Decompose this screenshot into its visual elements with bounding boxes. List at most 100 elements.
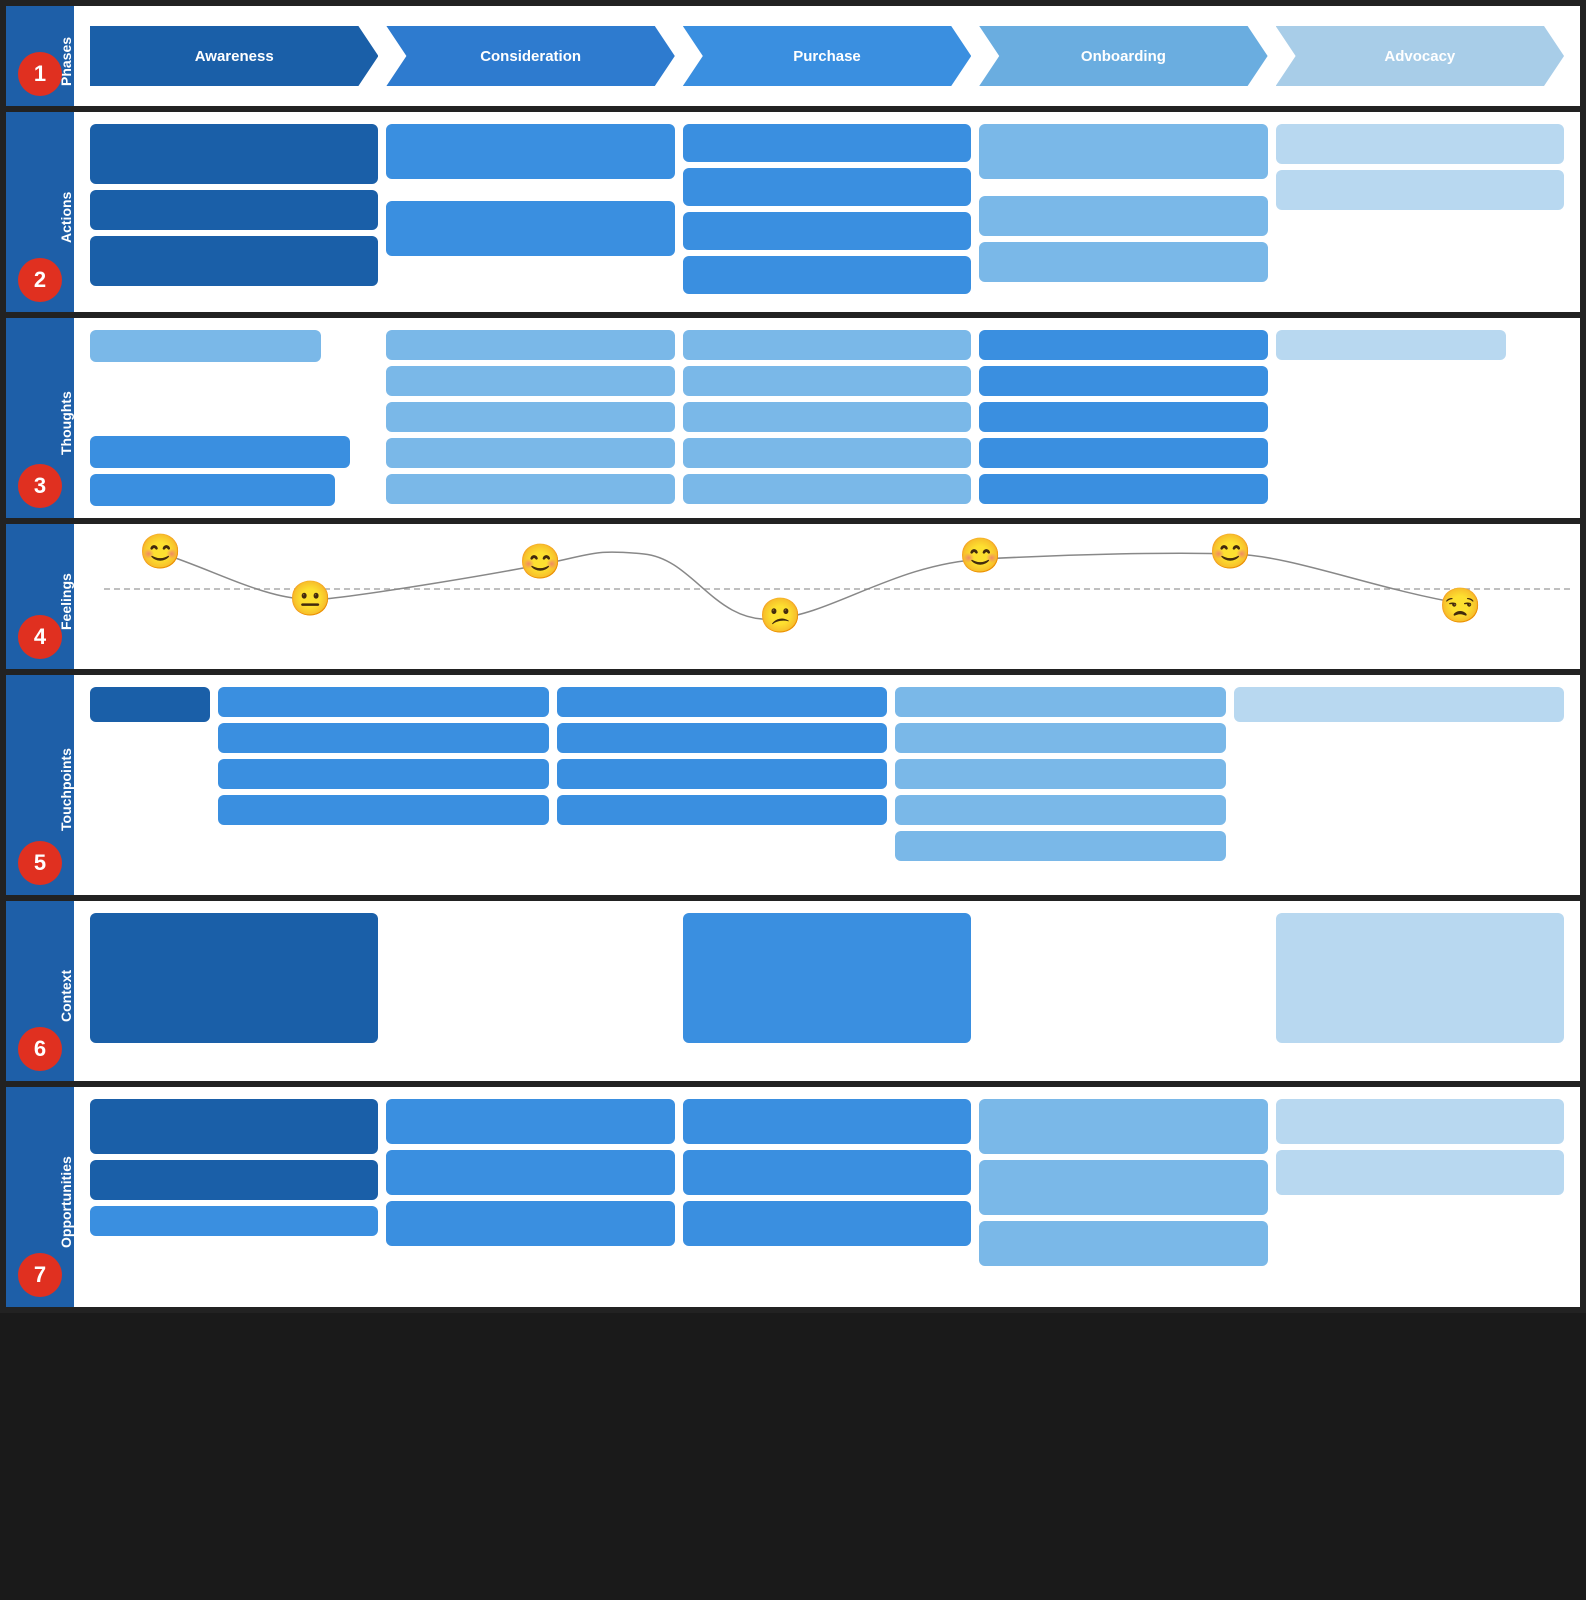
opportunity-card[interactable] [90, 1206, 378, 1236]
actions-label: 2 Actions [6, 112, 74, 312]
action-card[interactable] [979, 242, 1267, 282]
opportunity-card[interactable] [979, 1221, 1267, 1266]
thought-card[interactable] [979, 366, 1267, 396]
action-card[interactable] [683, 212, 971, 250]
opportunity-card[interactable] [386, 1201, 674, 1246]
touchpoint-card[interactable] [557, 723, 888, 753]
touchpoints-col-2 [218, 687, 549, 883]
phase-consideration[interactable]: Consideration [386, 26, 674, 86]
phase-advocacy[interactable]: Advocacy [1276, 26, 1564, 86]
action-card[interactable] [386, 124, 674, 179]
action-card[interactable] [1276, 124, 1564, 164]
opportunity-card[interactable] [90, 1099, 378, 1154]
touchpoint-card[interactable] [895, 759, 1226, 789]
action-card[interactable] [1276, 170, 1564, 210]
opportunity-card[interactable] [386, 1099, 674, 1144]
touchpoint-card[interactable] [218, 759, 549, 789]
context-card[interactable] [683, 913, 971, 1043]
thought-card[interactable] [683, 474, 971, 504]
opportunity-card[interactable] [683, 1099, 971, 1144]
touchpoint-card[interactable] [895, 831, 1226, 861]
action-card[interactable] [90, 236, 378, 286]
thought-card[interactable] [386, 438, 674, 468]
opportunity-card[interactable] [683, 1201, 971, 1246]
opportunities-number: 7 [18, 1253, 62, 1297]
thought-card[interactable] [683, 330, 971, 360]
thought-card[interactable] [683, 438, 971, 468]
thought-card[interactable] [386, 474, 674, 504]
touchpoint-card[interactable] [90, 687, 210, 722]
opportunity-card[interactable] [386, 1150, 674, 1195]
touchpoint-card[interactable] [1234, 687, 1565, 722]
thought-card[interactable] [683, 366, 971, 396]
context-col-4 [979, 913, 1267, 1069]
touchpoint-card[interactable] [557, 759, 888, 789]
thought-card[interactable] [90, 474, 335, 506]
thought-card[interactable] [386, 402, 674, 432]
actions-col-3 [683, 124, 971, 300]
thought-card[interactable] [979, 474, 1267, 504]
action-card[interactable] [979, 196, 1267, 236]
thought-card[interactable] [386, 366, 674, 396]
touchpoints-row: 5 Touchpoints [6, 675, 1580, 895]
phase-awareness[interactable]: Awareness [90, 26, 378, 86]
opportunities-col-2 [386, 1099, 674, 1295]
context-card[interactable] [90, 913, 378, 1043]
action-card[interactable] [386, 201, 674, 256]
context-row: 6 Context [6, 901, 1580, 1081]
thought-card[interactable] [1276, 330, 1507, 360]
touchpoints-col-4 [895, 687, 1226, 883]
opportunity-card[interactable] [979, 1099, 1267, 1154]
context-card[interactable] [1276, 913, 1564, 1043]
emoji-1: 😊 [139, 532, 181, 572]
thought-card[interactable] [386, 330, 674, 360]
phase-purchase[interactable]: Purchase [683, 26, 971, 86]
touchpoint-card[interactable] [218, 687, 549, 717]
opportunity-card[interactable] [979, 1160, 1267, 1215]
thought-card[interactable] [979, 402, 1267, 432]
touchpoints-col-3 [557, 687, 888, 883]
touchpoint-card[interactable] [895, 723, 1226, 753]
opportunity-card[interactable] [90, 1160, 378, 1200]
action-card[interactable] [683, 168, 971, 206]
context-content [74, 901, 1580, 1081]
thought-card[interactable] [683, 402, 971, 432]
context-col-5 [1276, 913, 1564, 1069]
context-col-2 [386, 913, 674, 1069]
phase-number: 1 [18, 52, 62, 96]
phases-row: 1 Phases Awareness Consideration Purchas… [6, 6, 1580, 106]
touchpoint-card[interactable] [218, 795, 549, 825]
thoughts-row: 3 Thoughts [6, 318, 1580, 518]
touchpoint-card[interactable] [557, 795, 888, 825]
feelings-row: 4 Feelings 😊 😐 [6, 524, 1580, 669]
thoughts-content [74, 318, 1580, 518]
context-col-3 [683, 913, 971, 1069]
opportunity-card[interactable] [1276, 1150, 1564, 1195]
emoji-5: 😊 [959, 536, 1001, 576]
opportunity-card[interactable] [683, 1150, 971, 1195]
opportunity-card[interactable] [1276, 1099, 1564, 1144]
thought-card[interactable] [979, 438, 1267, 468]
actions-number: 2 [18, 258, 62, 302]
phase-onboarding[interactable]: Onboarding [979, 26, 1267, 86]
actions-content [74, 112, 1580, 312]
action-card[interactable] [979, 124, 1267, 179]
thoughts-col-3 [683, 330, 971, 506]
thought-card[interactable] [90, 436, 350, 468]
touchpoint-card[interactable] [895, 795, 1226, 825]
action-card[interactable] [90, 190, 378, 230]
action-card[interactable] [683, 124, 971, 162]
action-card[interactable] [90, 124, 378, 184]
thought-card[interactable] [979, 330, 1267, 360]
touchpoints-label: 5 Touchpoints [6, 675, 74, 895]
touchpoint-card[interactable] [557, 687, 888, 717]
actions-col-2 [386, 124, 674, 300]
opportunities-col-4 [979, 1099, 1267, 1295]
action-card[interactable] [683, 256, 971, 294]
touchpoint-card[interactable] [895, 687, 1226, 717]
touchpoint-card[interactable] [218, 723, 549, 753]
thought-card[interactable] [90, 330, 321, 362]
phases-label: 1 Phases [6, 6, 74, 106]
actions-col-4 [979, 124, 1267, 300]
thoughts-col-4 [979, 330, 1267, 506]
